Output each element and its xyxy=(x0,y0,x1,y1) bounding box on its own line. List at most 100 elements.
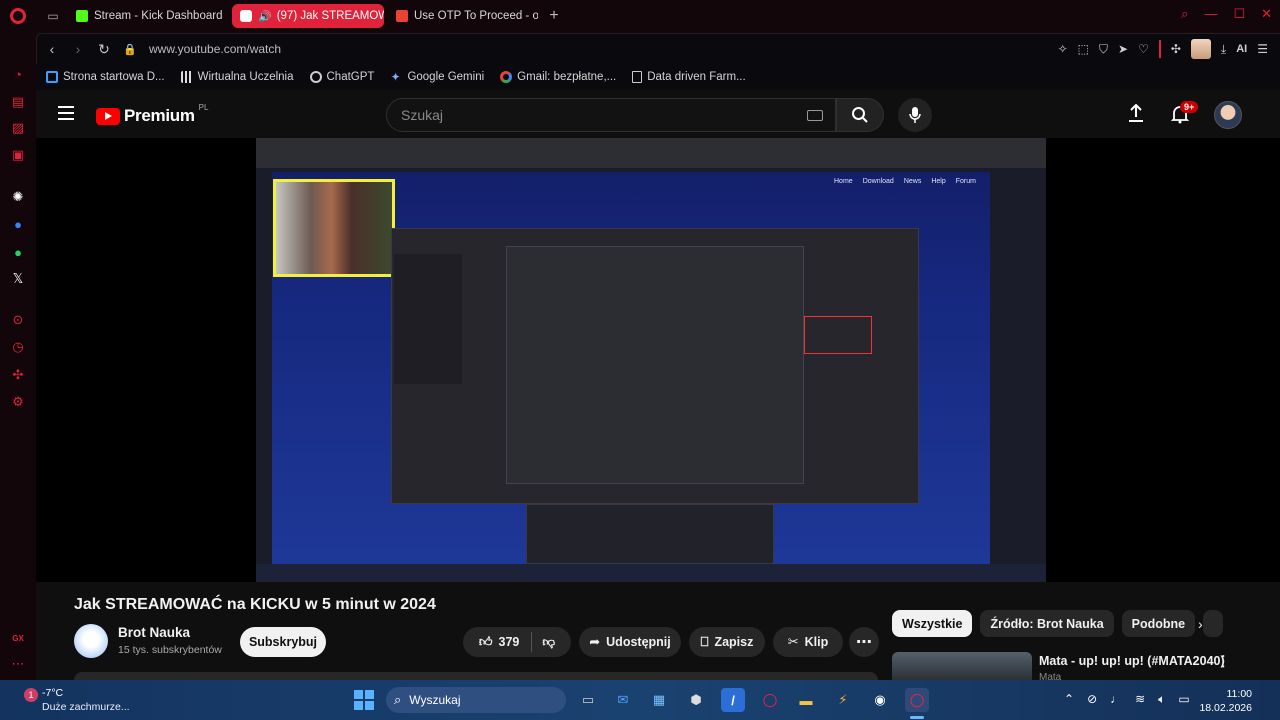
tab-search-icon[interactable]: ⌕ xyxy=(1181,6,1188,22)
subscribe-button[interactable]: Subskrybuj xyxy=(240,627,326,657)
recommendation-title[interactable]: Mata - up! up! up! (#MATA2040) xyxy=(1039,654,1225,668)
hamburger-menu-icon[interactable] xyxy=(58,106,74,120)
reload-button[interactable]: ↻ xyxy=(93,38,115,60)
obs-icon[interactable]: ◉ xyxy=(868,688,892,712)
bookmark-item[interactable]: Data driven Farm... xyxy=(632,70,746,83)
opera-logo-icon[interactable] xyxy=(0,0,36,32)
save-label: Zapisz xyxy=(714,635,754,649)
thumbs-down-icon[interactable]: 👎︎ xyxy=(542,635,555,650)
volume-icon[interactable]: 🔈︎ xyxy=(1158,692,1165,707)
battery-icon[interactable]: ▭ xyxy=(1178,692,1189,707)
settings-gear-icon[interactable]: ⚙ xyxy=(10,394,26,410)
send-icon[interactable]: ➤ xyxy=(1118,42,1128,56)
url-field[interactable]: www.youtube.com/watch xyxy=(149,42,281,56)
channel-name[interactable]: Brot Nauka xyxy=(118,625,190,640)
sublime-icon[interactable]: ⚡ xyxy=(831,688,855,712)
whatsapp-icon[interactable]: ● xyxy=(10,244,26,260)
file-explorer-icon[interactable]: ▬ xyxy=(794,688,818,712)
youtube-page: Premium PL Szukaj 9+ Home Download News … xyxy=(36,90,1280,683)
windows-start-icon[interactable] xyxy=(354,690,374,710)
keyboard-icon[interactable] xyxy=(807,110,823,121)
network-off-icon[interactable]: ⊘ xyxy=(1087,692,1097,707)
tab-kick-dashboard[interactable]: Stream - Kick Dashboard xyxy=(68,4,228,28)
windows-taskbar: 1 -7°C Duże zachmurze... ⌕ Wyszukaj ▭ ✉ … xyxy=(0,680,1280,720)
chevron-up-icon[interactable]: ⌃ xyxy=(1064,692,1074,707)
back-button[interactable]: ‹ xyxy=(41,38,63,60)
extensions-icon[interactable]: ✣ xyxy=(10,367,26,383)
bookmark-item[interactable]: Strona startowa D... xyxy=(46,70,165,83)
shopping-icon[interactable]: ▤ xyxy=(10,94,26,110)
gx-icon[interactable]: GX xyxy=(10,630,26,646)
player-icon[interactable]: ▣ xyxy=(10,147,26,163)
like-count[interactable]: 379 xyxy=(499,635,520,649)
store-icon[interactable]: ▦ xyxy=(647,688,671,712)
youtube-logo[interactable]: Premium PL xyxy=(96,103,208,126)
weather-temp: -7°C xyxy=(42,687,64,699)
app-cube-icon[interactable]: ⬢ xyxy=(684,688,708,712)
vpn-shield-icon[interactable]: ⛉ xyxy=(1099,42,1108,57)
bookmark-item[interactable]: ChatGPT xyxy=(309,70,374,83)
clock-date: 18.02.2026 xyxy=(1199,702,1252,714)
chip-partial[interactable] xyxy=(1203,610,1224,637)
bookmark-item[interactable]: Wirtualna Uczelnia xyxy=(180,70,294,83)
forward-button[interactable]: › xyxy=(67,38,89,60)
download-icon[interactable]: ⤓ xyxy=(1221,42,1226,57)
heart-icon[interactable]: ♡ xyxy=(1138,42,1149,56)
bookmark-item[interactable]: ✦ Google Gemini xyxy=(390,71,484,83)
account-avatar[interactable] xyxy=(1214,101,1242,129)
channel-avatar[interactable] xyxy=(74,624,108,658)
recommendation-menu-icon[interactable]: ⋮ xyxy=(1216,652,1231,670)
pinboard-icon[interactable]: ▨ xyxy=(10,120,26,136)
sidebar-more-icon[interactable]: ⋯ xyxy=(10,656,26,672)
description-box[interactable] xyxy=(74,672,878,680)
menu-icon[interactable]: ☰ xyxy=(1257,42,1268,56)
chevron-right-icon[interactable]: › xyxy=(1198,616,1203,632)
save-button[interactable]: ⎕ Zapisz xyxy=(689,627,765,657)
video-player[interactable]: Home Download News Help Forum xyxy=(36,138,1280,582)
pin-icon[interactable]: ✧ xyxy=(1058,42,1068,56)
taskbar-search[interactable]: ⌕ Wyszukaj xyxy=(386,687,566,713)
search-button[interactable] xyxy=(836,98,884,132)
close-icon[interactable]: ✕ xyxy=(1261,6,1272,22)
snapshot-icon[interactable]: ⬚ xyxy=(1078,42,1089,56)
more-actions-button[interactable]: ⋯ xyxy=(849,627,879,657)
messenger-icon[interactable]: ● xyxy=(10,216,26,232)
clip-button[interactable]: ✂ Klip xyxy=(773,627,843,657)
chip-all[interactable]: Wszystkie xyxy=(892,610,973,637)
voice-search-button[interactable] xyxy=(898,98,932,132)
wifi-icon[interactable]: ≋ xyxy=(1135,692,1145,707)
bookmark-label: Wirtualna Uczelnia xyxy=(197,70,294,83)
upload-icon[interactable] xyxy=(1128,103,1144,127)
task-view-icon[interactable]: ▭ xyxy=(576,688,600,712)
minimize-icon[interactable]: — xyxy=(1204,6,1217,22)
opera-active-icon[interactable]: ◯ xyxy=(905,688,929,712)
flow-icon[interactable]: ⊙ xyxy=(10,312,26,328)
chatgpt-icon[interactable]: ✺ xyxy=(10,189,26,205)
tab-gmail-otp[interactable]: Use OTP To Proceed - oz xyxy=(388,4,538,28)
extensions-puzzle-icon[interactable]: ✣ xyxy=(1171,42,1181,56)
search-input[interactable]: Szukaj xyxy=(386,98,836,132)
microphone-icon[interactable]: ♩ xyxy=(1110,692,1122,707)
new-tab-button[interactable]: + xyxy=(544,6,564,26)
x-twitter-icon[interactable]: 𝕏 xyxy=(10,271,26,287)
taskbar-clock[interactable]: 11:00 18.02.2026 xyxy=(1199,687,1252,715)
notification-badge: 9+ xyxy=(1180,101,1199,113)
aria-icon[interactable]: ◔ xyxy=(10,66,26,82)
history-icon[interactable]: ◷ xyxy=(10,339,26,355)
profile-avatar[interactable] xyxy=(1190,39,1211,59)
bookmark-item[interactable]: Gmail: bezpłatne,... xyxy=(500,70,616,83)
tab-youtube-active[interactable]: 🔊 (97) Jak STREAMOWAĆ n xyxy=(232,4,384,28)
recommendation-thumbnail[interactable] xyxy=(892,652,1032,680)
thumbs-up-icon[interactable]: 👍︎ xyxy=(479,634,493,650)
share-button[interactable]: ➦ Udostępnij xyxy=(579,627,681,657)
tab-overview-icon[interactable]: ▭ xyxy=(42,5,64,27)
dev-app-icon[interactable]: / xyxy=(721,688,745,712)
opera-gx-icon[interactable]: ◯ xyxy=(758,688,782,712)
outlook-icon[interactable]: ✉ xyxy=(611,688,635,712)
chip-related[interactable]: Podobne xyxy=(1121,610,1196,637)
tab-label: (97) Jak STREAMOWAĆ n xyxy=(276,10,384,22)
chip-source[interactable]: Źródło: Brot Nauka xyxy=(980,610,1114,637)
maximize-icon[interactable]: ☐ xyxy=(1233,6,1245,22)
speaker-icon[interactable]: 🔊 xyxy=(258,10,272,23)
ai-button[interactable]: AI xyxy=(1236,43,1247,55)
